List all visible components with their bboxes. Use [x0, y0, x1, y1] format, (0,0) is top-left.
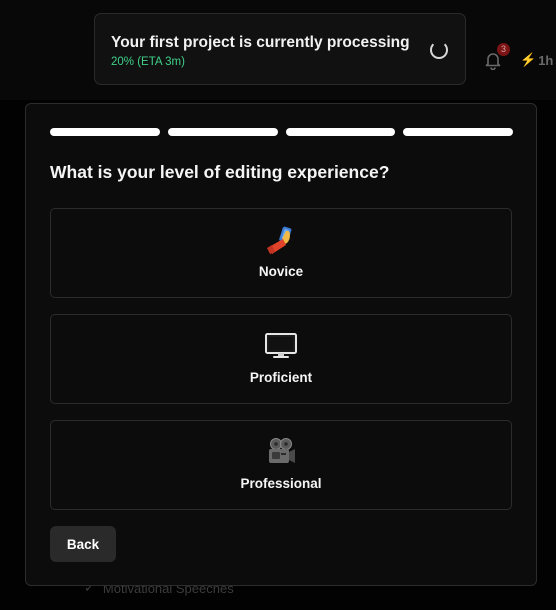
movie-camera-icon: [264, 437, 298, 467]
monitor-icon: [264, 331, 298, 361]
progress-step: [403, 128, 513, 136]
page: 3 ⚡ 1h 2 ✓ Motivational Speeches Your fi…: [0, 0, 556, 610]
progress-step: [167, 128, 278, 136]
notification-badge: 3: [497, 43, 510, 56]
option-proficient[interactable]: Proficient: [50, 314, 512, 404]
selfie-hand-icon: [264, 225, 298, 255]
step-progress: [50, 128, 513, 136]
credits-display[interactable]: ⚡ 1h 2: [520, 52, 556, 68]
option-novice[interactable]: Novice: [50, 208, 512, 298]
lightning-icon: ⚡: [520, 52, 537, 67]
toast-status: 20% (ETA 3m): [111, 56, 185, 68]
question-title: What is your level of editing experience…: [50, 162, 390, 182]
loading-spinner-icon: [430, 41, 448, 59]
credits-value: 1h 2: [538, 52, 556, 68]
progress-step: [285, 128, 396, 136]
option-label: Professional: [240, 476, 322, 491]
progress-step: [50, 128, 160, 136]
toast-title: Your first project is currently processi…: [111, 34, 410, 51]
onboarding-modal: What is your level of editing experience…: [25, 103, 537, 586]
option-label: Novice: [258, 264, 304, 279]
option-professional[interactable]: Professional: [50, 420, 512, 510]
processing-toast: Your first project is currently processi…: [94, 13, 466, 85]
back-button[interactable]: Back: [50, 526, 116, 562]
option-label: Proficient: [249, 370, 313, 385]
